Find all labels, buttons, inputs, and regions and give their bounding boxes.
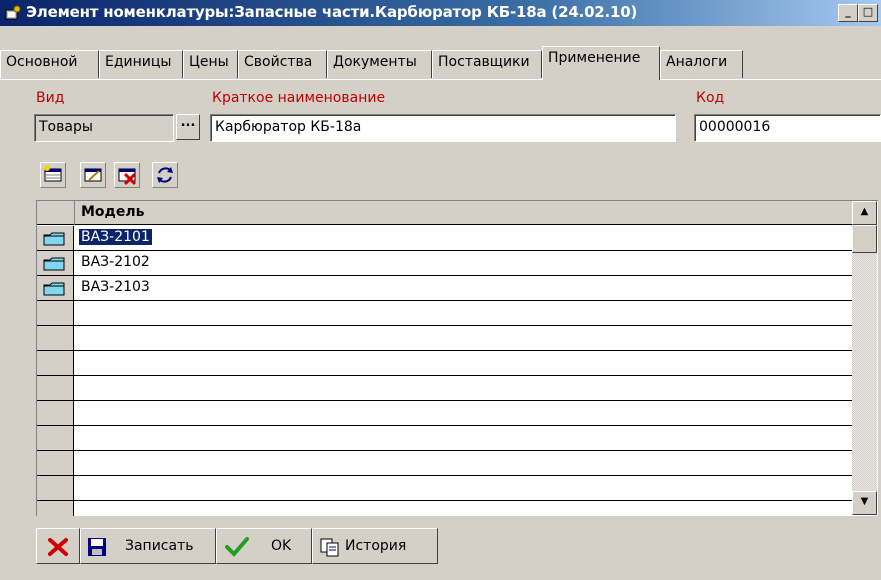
history-button-label: История bbox=[345, 538, 407, 554]
save-button-label: Записать bbox=[125, 538, 194, 554]
table-row[interactable]: ВАЗ-2101 bbox=[37, 226, 852, 251]
row-indicator bbox=[37, 376, 74, 400]
empty-row[interactable] bbox=[37, 376, 852, 401]
empty-row[interactable] bbox=[37, 476, 852, 501]
model-cell: ВАЗ-2102 bbox=[81, 254, 150, 270]
row-indicator bbox=[37, 276, 74, 300]
name-label: Краткое наименование bbox=[212, 90, 386, 106]
scroll-thumb[interactable] bbox=[852, 225, 877, 253]
folder-icon bbox=[43, 232, 65, 246]
tab-postavshchiki[interactable]: Поставщики bbox=[432, 50, 542, 78]
row-indicator bbox=[37, 476, 74, 500]
window-title: Элемент номенклатуры:Запасные части.Карб… bbox=[26, 3, 638, 21]
row-indicator bbox=[37, 326, 74, 350]
app-icon bbox=[5, 5, 21, 20]
empty-row[interactable] bbox=[37, 501, 852, 516]
column-header-model[interactable]: Модель bbox=[81, 204, 144, 220]
tab-primenenie[interactable]: Применение bbox=[542, 46, 660, 80]
row-indicator bbox=[37, 501, 74, 516]
green-check-icon bbox=[225, 537, 249, 557]
tab-svoystva[interactable]: Свойства bbox=[238, 50, 327, 78]
empty-row[interactable] bbox=[37, 426, 852, 451]
code-label: Код bbox=[696, 90, 725, 106]
header-indicator-cell bbox=[37, 201, 75, 225]
empty-row[interactable] bbox=[37, 401, 852, 426]
empty-row[interactable] bbox=[37, 351, 852, 376]
history-button[interactable]: История bbox=[312, 528, 438, 564]
row-indicator bbox=[37, 251, 74, 275]
table-row[interactable]: ВАЗ-2103 bbox=[37, 276, 852, 301]
floppy-disk-icon bbox=[88, 538, 106, 556]
tab-osnovnoy[interactable]: Основной bbox=[0, 50, 99, 78]
folder-icon bbox=[43, 282, 65, 296]
empty-row[interactable] bbox=[37, 451, 852, 476]
tab-dokumenty[interactable]: Документы bbox=[327, 50, 432, 78]
row-indicator bbox=[37, 426, 74, 450]
empty-row[interactable] bbox=[37, 301, 852, 326]
name-field[interactable]: Карбюратор КБ-18а bbox=[210, 114, 676, 142]
row-indicator bbox=[37, 351, 74, 375]
red-x-icon bbox=[48, 538, 68, 556]
tab-divider bbox=[0, 79, 881, 80]
vid-select-button[interactable]: ... bbox=[176, 114, 200, 140]
vid-label: Вид bbox=[36, 90, 65, 106]
copy-documents-icon bbox=[320, 538, 339, 557]
ok-button[interactable]: OK bbox=[216, 528, 312, 564]
delete-row-icon[interactable] bbox=[114, 162, 140, 188]
row-indicator bbox=[37, 301, 74, 325]
refresh-icon[interactable] bbox=[152, 162, 178, 188]
delete-button[interactable] bbox=[36, 528, 80, 564]
minimize-button[interactable]: _ bbox=[838, 4, 858, 22]
tab-analogi[interactable]: Аналоги bbox=[660, 50, 743, 78]
folder-icon bbox=[43, 257, 65, 271]
table-header: Модель bbox=[37, 201, 852, 225]
empty-row[interactable] bbox=[37, 326, 852, 351]
scroll-up-icon[interactable]: ▲ bbox=[852, 201, 877, 225]
title-bar[interactable]: Элемент номенклатуры:Запасные части.Карб… bbox=[0, 0, 881, 26]
vid-field[interactable]: Товары bbox=[34, 114, 174, 142]
vertical-scrollbar[interactable]: ▲ ▼ bbox=[852, 201, 877, 515]
tab-tseny[interactable]: Цены bbox=[183, 50, 238, 78]
row-indicator bbox=[37, 226, 74, 250]
edit-row-icon[interactable] bbox=[80, 162, 106, 188]
row-indicator bbox=[37, 401, 74, 425]
model-table[interactable]: Модель ВАЗ-2101 ВАЗ-2102 ВАЗ-2103 ▲ ▼ bbox=[36, 200, 878, 516]
tab-edinitsy[interactable]: Единицы bbox=[99, 50, 183, 78]
table-row[interactable]: ВАЗ-2102 bbox=[37, 251, 852, 276]
model-cell: ВАЗ-2101 bbox=[78, 228, 153, 246]
save-button[interactable]: Записать bbox=[80, 528, 216, 564]
row-indicator bbox=[37, 451, 74, 475]
scroll-down-icon[interactable]: ▼ bbox=[852, 491, 877, 515]
maximize-button[interactable]: □ bbox=[858, 4, 878, 22]
new-row-icon[interactable] bbox=[40, 162, 66, 188]
ok-button-label: OK bbox=[271, 538, 292, 554]
model-cell: ВАЗ-2103 bbox=[81, 279, 150, 295]
window: Элемент номенклатуры:Запасные части.Карб… bbox=[0, 0, 881, 580]
code-field[interactable]: 00000016 bbox=[694, 114, 881, 142]
